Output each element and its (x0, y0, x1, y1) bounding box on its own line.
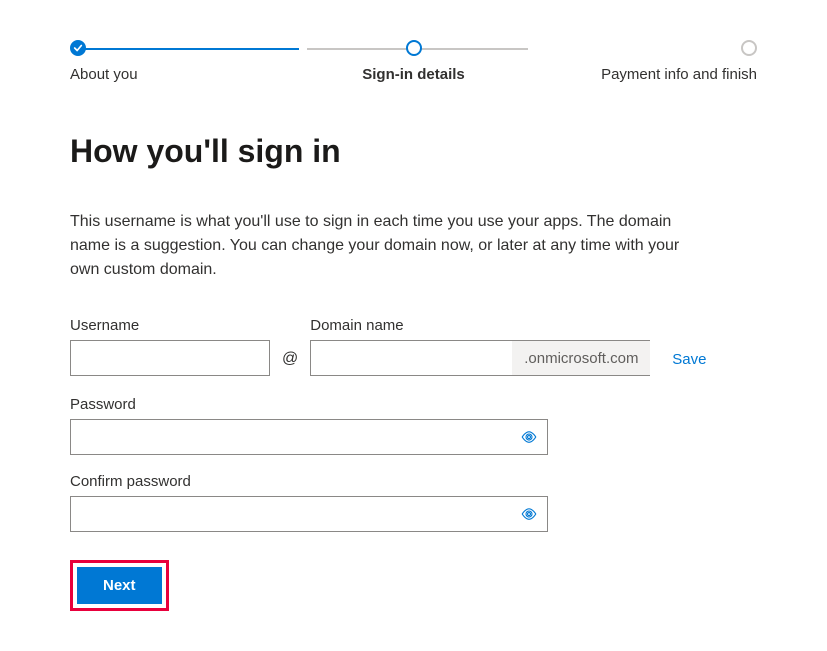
eye-icon (520, 505, 538, 523)
page-title: How you'll sign in (70, 133, 757, 170)
step-circle-completed (70, 40, 86, 56)
toggle-password-visibility-button[interactable] (516, 424, 542, 450)
domain-group: Domain name .onmicrosoft.com (310, 317, 650, 376)
password-label: Password (70, 396, 757, 413)
domain-input[interactable] (311, 341, 512, 375)
stepper: About you Sign-in details Payment info a… (70, 40, 757, 83)
step-label: Sign-in details (362, 66, 465, 83)
eye-icon (520, 428, 538, 446)
step-circle-upcoming (741, 40, 757, 56)
step-about-you: About you (70, 40, 299, 83)
password-group: Password (70, 396, 757, 455)
password-input[interactable] (70, 419, 548, 455)
step-payment-finish: Payment info and finish (528, 40, 757, 83)
step-line (78, 48, 299, 50)
toggle-confirm-password-visibility-button[interactable] (516, 501, 542, 527)
confirm-password-label: Confirm password (70, 473, 757, 490)
username-domain-row: Username @ Domain name .onmicrosoft.com … (70, 317, 757, 376)
confirm-password-wrapper (70, 496, 548, 532)
domain-suffix: .onmicrosoft.com (512, 341, 650, 375)
check-icon (73, 43, 83, 53)
password-wrapper (70, 419, 548, 455)
username-input[interactable] (70, 340, 270, 376)
save-link[interactable]: Save (672, 351, 706, 376)
domain-label: Domain name (310, 317, 650, 334)
description-text: This username is what you'll use to sign… (70, 210, 710, 282)
confirm-password-group: Confirm password (70, 473, 757, 532)
step-label: Payment info and finish (601, 66, 757, 83)
username-group: Username (70, 317, 270, 376)
step-circle-current (406, 40, 422, 56)
at-symbol: @ (282, 350, 298, 376)
step-signin-details: Sign-in details (299, 40, 528, 83)
next-button[interactable]: Next (77, 567, 162, 604)
domain-wrapper: .onmicrosoft.com (310, 340, 650, 376)
username-label: Username (70, 317, 270, 334)
next-button-highlight: Next (70, 560, 169, 611)
step-label: About you (70, 66, 138, 83)
confirm-password-input[interactable] (70, 496, 548, 532)
